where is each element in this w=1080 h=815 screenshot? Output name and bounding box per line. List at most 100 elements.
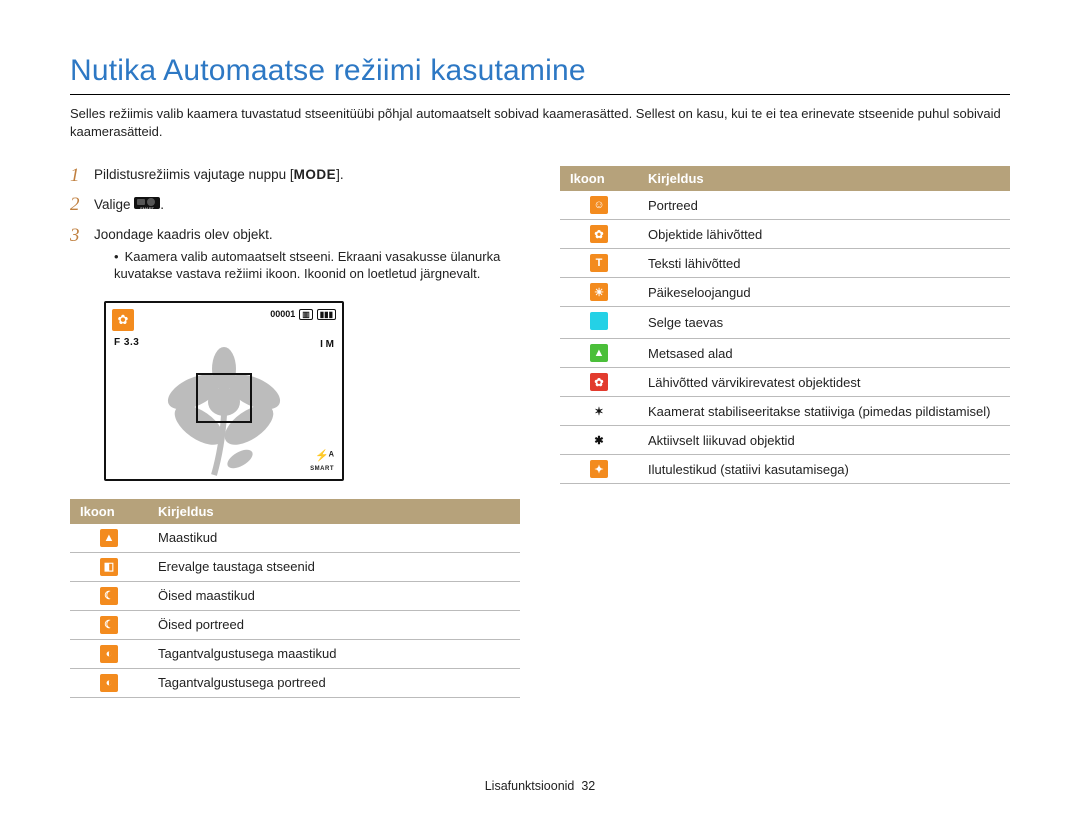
col-icon: Ikoon — [70, 499, 148, 524]
scene-icon: ◧ — [100, 558, 118, 576]
table-row: ☺ Portreed — [560, 191, 1010, 220]
col-icon: Ikoon — [560, 166, 638, 191]
icon-cell — [560, 307, 638, 339]
icon-cell: ☾ — [70, 581, 148, 610]
desc-cell: Aktiivselt liikuvad objektid — [638, 426, 1010, 455]
two-columns: 1 Pildistusrežiimis vajutage nuppu [MODE… — [70, 166, 1010, 706]
svg-text:SMART: SMART — [140, 206, 154, 211]
icon-table-right: Ikoon Kirjeldus ☺ Portreed ✿ Objektide lähi… — [560, 166, 1010, 484]
manual-page: Nutika Automaatse režiimi kasutamine Sel… — [0, 0, 1080, 815]
table-row: ◐Tagantvalgustusega portreed — [70, 668, 520, 697]
desc-cell: Öised maastikud — [148, 581, 520, 610]
table-row: T Teksti lähivõtted — [560, 249, 1010, 278]
table-row: ✶ Kaamerat stabiliseeritakse statiiviga (… — [560, 397, 1010, 426]
icon-table-left: Ikoon Kirjeldus ▲ Maastikud ◧ Erevalge taus… — [70, 499, 520, 698]
right-column: Ikoon Kirjeldus ☺ Portreed ✿ Objektide lähi… — [560, 166, 1010, 706]
mode-button-label: MODE — [294, 167, 337, 182]
desc-cell: Maastikud — [148, 524, 520, 553]
icon-cell: ✿ — [560, 368, 638, 397]
table-row: ▲ Maastikud — [70, 524, 520, 553]
scene-icon: ☀ — [590, 283, 608, 301]
scene-icon — [590, 312, 608, 330]
icon-cell: ☀ — [560, 278, 638, 307]
table-row: Selge taevas — [560, 307, 1010, 339]
desc-cell: Päikeseloojangud — [638, 278, 1010, 307]
table-row: ☾Öised maastikud — [70, 581, 520, 610]
desc-cell: Ilutulestikud (statiivi kasutamisega) — [638, 455, 1010, 484]
scene-icon: ✿ — [590, 225, 608, 243]
steps: 1 Pildistusrežiimis vajutage nuppu [MODE… — [70, 166, 520, 283]
table-row: ✦ Ilutulestikud (statiivi kasutamisega) — [560, 455, 1010, 484]
desc-cell: Teksti lähivõtted — [638, 249, 1010, 278]
table-row: ✿ Objektide lähivõtted — [560, 220, 1010, 249]
scene-icon: ▲ — [100, 529, 118, 547]
desc-cell: Lähivõtted värvikirevatest objektidest — [638, 368, 1010, 397]
step-text: Valige SMART . — [94, 195, 164, 216]
table-row: ▲ Metsased alad — [560, 339, 1010, 368]
intro-text: Selles režiimis valib kaamera tuvastatud… — [70, 105, 1010, 140]
page-title: Nutika Automaatse režiimi kasutamine — [70, 54, 1010, 88]
step-text: Pildistusrežiimis vajutage nuppu [MODE]. — [94, 166, 344, 184]
desc-cell: Metsased alad — [638, 339, 1010, 368]
scene-icon: ◐ — [100, 674, 118, 692]
footer-section: Lisafunktsioonid — [485, 779, 575, 793]
table-row: ☀ Päikeseloojangud — [560, 278, 1010, 307]
scene-icon: ✱ — [590, 431, 608, 449]
scene-icon: T — [590, 254, 608, 272]
step-1: 1 Pildistusrežiimis vajutage nuppu [MODE… — [70, 166, 520, 185]
desc-cell: Kaamerat stabiliseeritakse statiiviga (p… — [638, 397, 1010, 426]
step-number: 3 — [70, 226, 94, 245]
step-text: Joondage kaadris olev objekt. Kaamera va… — [94, 226, 520, 283]
camera-screen-mock: ✿ F 3.3 00001 ▥ ▮▮▮ I M ⚡ᴬSMART — [104, 301, 344, 481]
step-2: 2 Valige SMART . — [70, 195, 520, 216]
icon-cell: ✦ — [560, 455, 638, 484]
step-number: 2 — [70, 195, 94, 214]
icon-cell: ▲ — [560, 339, 638, 368]
title-rule — [70, 94, 1010, 95]
icon-cell: ▲ — [70, 524, 148, 553]
step-3: 3 Joondage kaadris olev objekt. Kaamera … — [70, 226, 520, 283]
icon-cell: ◐ — [70, 668, 148, 697]
scene-icon: ☺ — [590, 196, 608, 214]
desc-cell: Portreed — [638, 191, 1010, 220]
left-column: 1 Pildistusrežiimis vajutage nuppu [MODE… — [70, 166, 520, 706]
scene-icon: ✦ — [590, 460, 608, 478]
table-row: ☾ Öised portreed — [70, 610, 520, 639]
scene-icon: ◐ — [100, 645, 118, 663]
step3-text: Joondage kaadris olev objekt. — [94, 227, 273, 242]
step-number: 1 — [70, 166, 94, 185]
card-icon: ▥ — [299, 309, 313, 320]
table-row: ✱ Aktiivselt liikuvad objektid — [560, 426, 1010, 455]
scene-icon: ✶ — [590, 402, 608, 420]
step3-sub: Kaamera valib automaatselt stseeni. Ekra… — [114, 249, 520, 283]
step1-post: ]. — [336, 167, 344, 182]
icon-cell: T — [560, 249, 638, 278]
col-desc: Kirjeldus — [148, 499, 520, 524]
scene-icon: ✿ — [590, 373, 608, 391]
desc-cell: Erevalge taustaga stseenid — [148, 552, 520, 581]
smart-auto-icon: SMART — [134, 195, 160, 216]
icon-cell: ✱ — [560, 426, 638, 455]
page-footer: Lisafunktsioonid 32 — [0, 779, 1080, 793]
desc-cell: Objektide lähivõtted — [638, 220, 1010, 249]
footer-page: 32 — [581, 779, 595, 793]
col-desc: Kirjeldus — [638, 166, 1010, 191]
desc-cell: Öised portreed — [148, 610, 520, 639]
step2-text: Valige — [94, 197, 131, 212]
scene-icon: ▲ — [590, 344, 608, 362]
frame-counter: 00001 — [270, 309, 295, 319]
table-row: ◧ Erevalge taustaga stseenid — [70, 552, 520, 581]
flash-auto-icon: ⚡ᴬSMART — [310, 451, 334, 473]
table-row: ◐ Tagantvalgustusega maastikud — [70, 639, 520, 668]
step1-pre: Pildistusrežiimis vajutage nuppu [ — [94, 167, 294, 182]
focus-frame — [196, 373, 252, 423]
scene-icon: ☾ — [100, 616, 118, 634]
icon-cell: ◧ — [70, 552, 148, 581]
icon-cell: ✶ — [560, 397, 638, 426]
battery-icon: ▮▮▮ — [317, 309, 336, 320]
icon-cell: ✿ — [560, 220, 638, 249]
icon-cell: ☾ — [70, 610, 148, 639]
icon-cell: ◐ — [70, 639, 148, 668]
desc-cell: Tagantvalgustusega maastikud — [148, 639, 520, 668]
desc-cell: Selge taevas — [638, 307, 1010, 339]
